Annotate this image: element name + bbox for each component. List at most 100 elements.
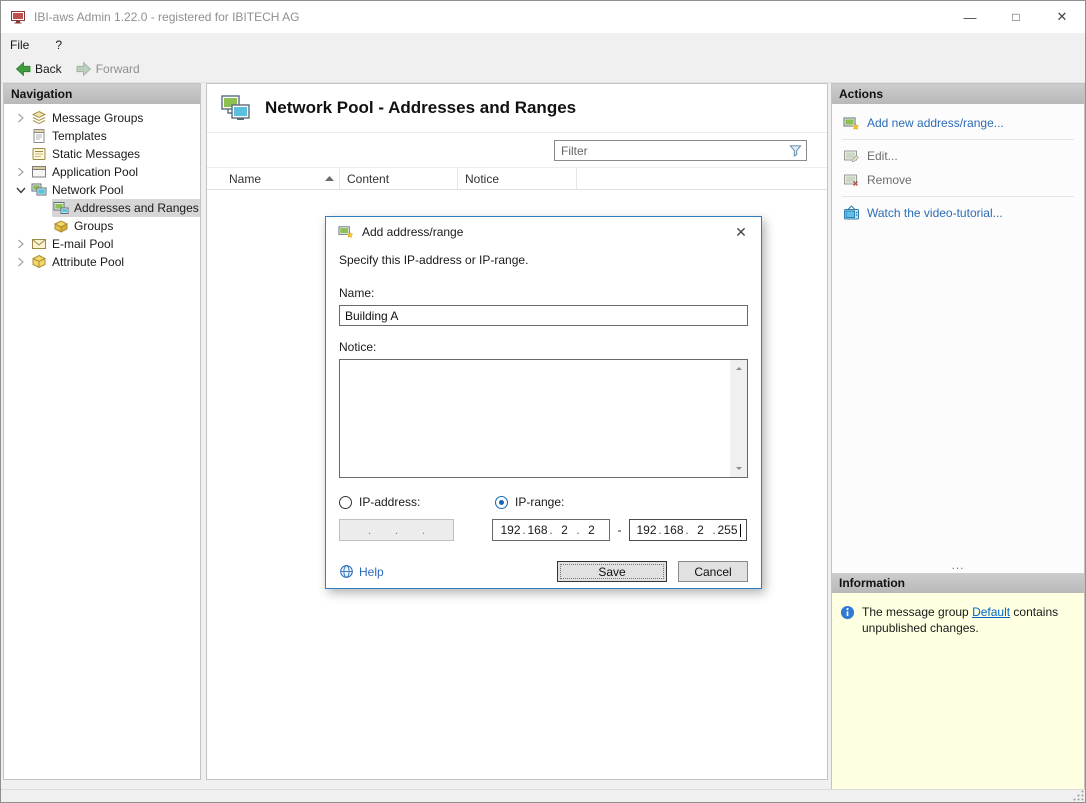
notice-field-wrap [339,359,748,478]
close-button[interactable]: ✕ [1039,1,1085,33]
nav-label: Network Pool [52,183,123,197]
nav-item-network-pool[interactable]: Network Pool [4,181,200,199]
ip-address-option[interactable]: IP-address: [339,495,495,509]
actions-header: Actions [832,84,1084,104]
ip-range-option[interactable]: IP-range: [495,495,564,509]
sort-ascending-icon [325,176,334,181]
menu-help[interactable]: ? [46,35,71,55]
filter-funnel-icon[interactable] [784,143,806,159]
action-label: Edit... [867,149,898,163]
status-bar [1,789,1085,802]
menu-file[interactable]: File [1,35,38,55]
maximize-button[interactable]: □ [993,1,1039,33]
resize-grip-icon[interactable] [1073,790,1084,801]
title-bar: IBI-aws Admin 1.22.0 - registered for IB… [1,1,1085,33]
page-title: Network Pool - Addresses and Ranges [265,98,576,118]
text-caret [740,524,741,537]
window-controls: — □ ✕ [947,1,1085,33]
notice-scrollbar[interactable] [730,360,747,477]
ip-segment[interactable]: 255 [716,523,739,537]
minimize-button[interactable]: — [947,1,993,33]
column-label: Content [347,172,389,186]
action-remove[interactable]: Remove [841,168,1075,192]
scroll-down-icon[interactable] [730,460,747,477]
ip-dot: . [368,523,372,537]
column-header-name[interactable]: Name [207,168,340,189]
help-link[interactable]: Help [339,564,384,579]
ip-segment[interactable]: 192 [499,523,522,537]
filter-box [554,140,807,161]
default-message-group-link[interactable]: Default [972,605,1010,619]
range-dash: - [610,523,629,537]
nav-label: Attribute Pool [52,255,124,269]
column-label: Notice [465,172,499,186]
cancel-button[interactable]: Cancel [678,561,748,582]
name-field[interactable] [339,305,748,326]
add-address-icon [843,115,860,131]
nav-label: Message Groups [52,111,143,125]
ip-segment[interactable]: 192 [635,523,658,537]
nav-label: Templates [52,129,107,143]
email-pool-icon [31,236,47,252]
nav-item-application-pool[interactable]: Application Pool [4,163,200,181]
navigation-toolbar: Back Forward [1,56,1085,83]
help-globe-icon [339,564,354,579]
ip-dot: . [395,523,399,537]
ip-dot: . [422,523,426,537]
actions-separator [842,139,1074,140]
window-title: IBI-aws Admin 1.22.0 - registered for IB… [34,10,299,24]
navigation-tree: Message Groups Templates Static Messages [4,104,200,271]
video-tutorial-icon [843,205,860,221]
navigation-panel: Navigation Message Groups Templates [3,83,201,780]
column-header-content[interactable]: Content [340,168,458,189]
information-header: Information [832,573,1084,593]
ip-type-radio-group: IP-address: IP-range: [339,495,748,509]
application-pool-icon [31,164,47,180]
nav-item-email-pool[interactable]: E-mail Pool [4,235,200,253]
notice-field[interactable] [340,360,747,477]
ip-address-radio[interactable] [339,496,352,509]
nav-item-groups[interactable]: Groups [4,217,200,235]
menu-bar: File ? [1,33,1085,56]
chevron-collapsed-icon[interactable] [12,111,30,125]
nav-item-addresses-and-ranges[interactable]: Addresses and Ranges [4,199,200,217]
column-header-notice[interactable]: Notice [458,168,577,189]
forward-button[interactable]: Forward [69,58,147,80]
nav-item-static-messages[interactable]: Static Messages [4,145,200,163]
nav-item-attribute-pool[interactable]: Attribute Pool [4,253,200,271]
dialog-close-button[interactable]: ✕ [730,224,752,241]
back-button[interactable]: Back [8,58,69,80]
chevron-collapsed-icon[interactable] [12,237,30,251]
app-icon [10,9,26,25]
ip-range-from-field[interactable]: 192.168.2.2 [492,519,610,541]
chevron-collapsed-icon[interactable] [12,165,30,179]
chevron-expanded-icon[interactable] [12,183,30,197]
ip-segment[interactable]: 168 [526,523,549,537]
column-header-empty [577,168,827,189]
ip-segment[interactable]: 168 [662,523,685,537]
dialog-title-bar[interactable]: Add address/range ✕ [326,217,761,247]
chevron-spacer [34,201,52,215]
app-window: IBI-aws Admin 1.22.0 - registered for IB… [0,0,1086,803]
forward-label: Forward [96,62,140,76]
action-edit[interactable]: Edit... [841,144,1075,168]
ip-range-radio[interactable] [495,496,508,509]
ip-segment[interactable]: 2 [553,523,576,537]
nav-item-message-groups[interactable]: Message Groups [4,109,200,127]
save-button[interactable]: Save [557,561,667,582]
filter-input[interactable] [555,144,784,158]
action-watch-video-tutorial[interactable]: Watch the video-tutorial... [841,201,1075,225]
info-icon [840,605,855,620]
action-add-new-address-range[interactable]: Add new address/range... [841,111,1075,135]
ip-segment[interactable]: 2 [689,523,712,537]
nav-label: E-mail Pool [52,237,113,251]
panel-splitter[interactable]: ... [832,563,1084,573]
chevron-spacer [12,147,30,161]
action-label: Add new address/range... [867,116,1004,130]
scroll-up-icon[interactable] [730,360,747,377]
nav-item-templates[interactable]: Templates [4,127,200,145]
chevron-collapsed-icon[interactable] [12,255,30,269]
ip-segment[interactable]: 2 [580,523,603,537]
nav-label: Application Pool [52,165,138,179]
ip-range-to-field[interactable]: 192.168.2.255 [629,519,747,541]
